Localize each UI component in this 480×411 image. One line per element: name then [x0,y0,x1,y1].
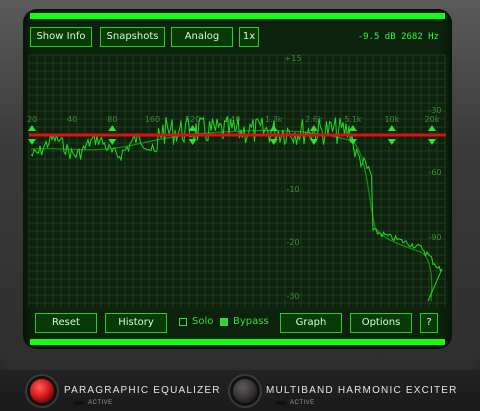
db-tick-label: -20 [286,238,299,247]
freq-tick-label: 640 [225,115,240,124]
band-handle-up-icon [309,125,318,131]
band-handle-up-icon [387,125,396,131]
band-handle-down-icon [309,139,318,145]
history-button[interactable]: History [105,313,167,333]
band-handle-up-icon [348,125,357,131]
spectrum-trace [30,116,443,302]
freq-tick-label: 20 [27,115,37,124]
eq-response-curve [30,129,433,302]
band-handle-up-icon [28,125,36,131]
freq-tick-label: 80 [107,115,117,124]
cursor-readout: -9.5 dB 2682 Hz [357,32,439,42]
show-info-button[interactable]: Show Info [30,27,92,47]
freq-tick-label: 5.1k [344,115,362,124]
band-handle-down-icon [108,139,117,145]
plugin-name-multiband-harmonic-exciter[interactable]: MULTIBAND HARMONIC EXCITER [266,385,458,396]
options-button[interactable]: Options [350,313,412,333]
plugin-name-paragraphic-equalizer[interactable]: PARAGRAPHIC EQUALIZER [64,385,221,396]
db-tick-label: -10 [286,185,299,194]
freq-tick-label: 10k [384,115,399,124]
eq-graph[interactable]: 20 40 80 160 320 640 1.3k 2.6k 5.1k 10k 20k +15 -30 -… [23,9,452,349]
band-handle-up-icon [269,125,278,131]
band-handle-down-icon [387,139,396,145]
band-handle-down-icon [269,139,278,145]
plugin-chain-bar: PARAGRAPHIC EQUALIZER ACTIVE MULTIBAND H… [0,370,480,411]
graph-button[interactable]: Graph [280,313,342,333]
db-tick-label: -90 [428,233,441,242]
band-handle-down-icon [428,139,436,145]
help-button[interactable]: ? [420,313,438,333]
reset-button[interactable]: Reset [35,313,97,333]
eq-display-screen: Show Info Snapshots Analog 1x -9.5 dB 26… [23,9,452,349]
freq-tick-label: 1.3k [265,115,283,124]
active-led-icon [74,401,84,405]
solo-label[interactable]: Solo [192,316,213,327]
plugin-status: ACTIVE [88,400,113,406]
band-handle-up-icon [428,125,436,131]
graph-labels: 20 40 80 160 320 640 1.3k 2.6k 5.1k 10k 20k +15 -30 -… [27,54,442,301]
band-handle-down-icon [348,139,357,145]
band-handle-up-icon [108,125,117,131]
analog-button[interactable]: Analog [171,27,233,47]
active-led-icon [276,401,286,405]
plugin-status: ACTIVE [290,400,315,406]
db-tick-label: -30 [286,292,299,301]
db-tick-label: -60 [428,168,441,177]
power-button-icon[interactable] [233,379,257,403]
band-handle-up-icon [188,125,197,131]
bottom-green-bar [30,339,445,345]
graph-grid [28,54,446,307]
zoom-button[interactable]: 1x [239,27,259,47]
freq-tick-label: 40 [67,115,77,124]
bypass-label[interactable]: Bypass [233,316,269,327]
freq-tick-label: 160 [145,115,160,124]
band-handle-down-icon [28,139,36,145]
db-tick-label: +15 [285,54,302,63]
solo-checkbox[interactable] [179,318,187,326]
freq-tick-label: 2.6k [305,115,323,124]
top-green-bar [30,13,445,19]
snapshots-button[interactable]: Snapshots [100,27,165,47]
power-button-icon[interactable] [30,379,54,403]
freq-tick-label: 320 [185,115,200,124]
band-handle-down-icon [188,139,197,145]
freq-tick-label: 20k [425,115,440,124]
db-tick-label: -30 [428,106,441,115]
bypass-checkbox[interactable] [220,318,228,326]
band-handles [28,125,436,145]
